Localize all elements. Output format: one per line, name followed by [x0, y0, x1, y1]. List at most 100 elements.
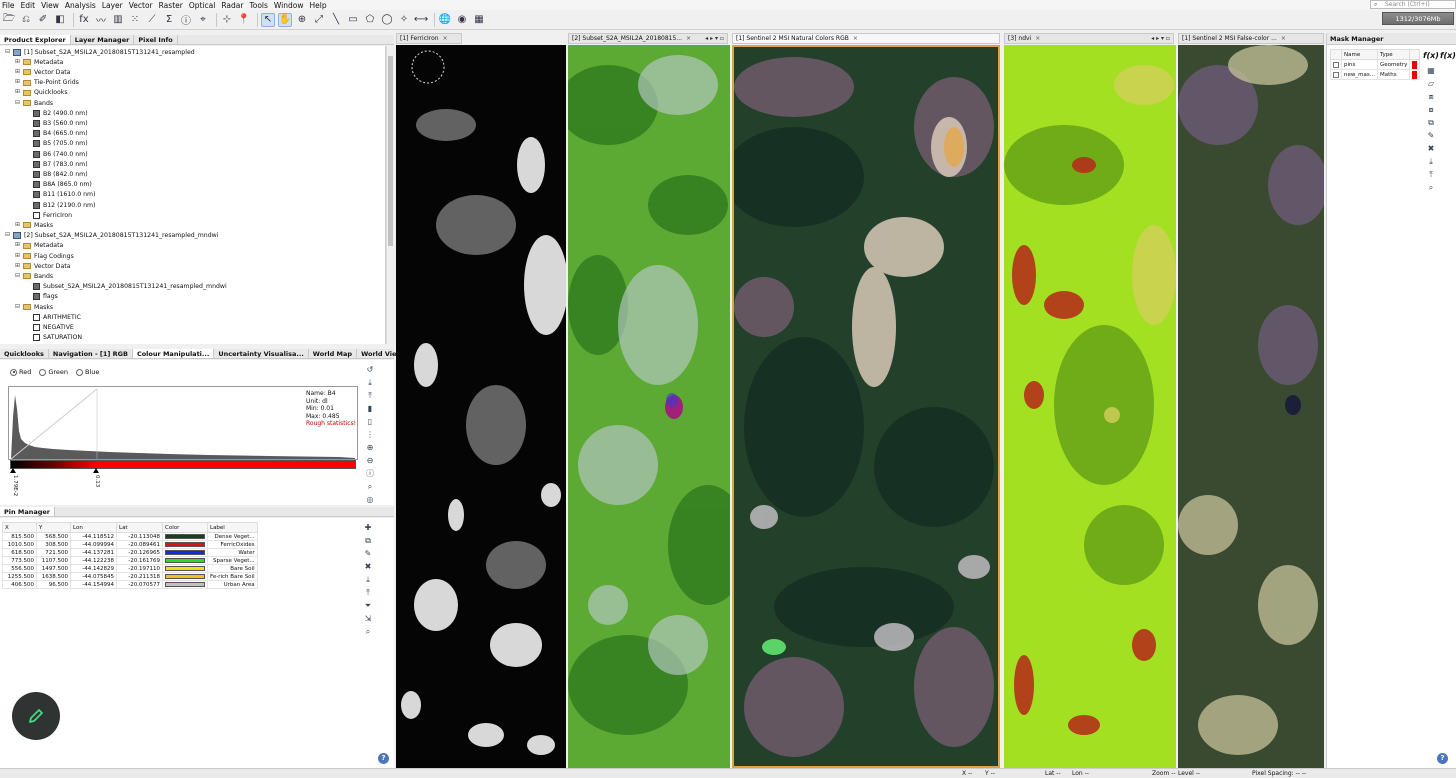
mask-visibility-checkbox[interactable] [1333, 61, 1339, 68]
table-row[interactable]: 1010.500 308.500 -44.099994 -20.089461 Ferri… [2, 540, 258, 549]
union-icon[interactable]: ⧈ [1425, 91, 1437, 103]
tree-node[interactable]: Subset_S2A_MSIL2A_20180815T131241_resamp… [24, 282, 227, 292]
tree-scrollbar-thumb[interactable] [388, 56, 393, 246]
column-header[interactable]: Lat [116, 522, 163, 533]
tree-node[interactable]: ⊟ [2] Subset_S2A_MSIL2A_20180815T131241_r… [4, 231, 218, 241]
range-mask-icon[interactable]: ▦ [1425, 65, 1437, 77]
tree-node[interactable]: ⊞ Vector Data [14, 261, 70, 271]
tree-node[interactable]: ⊞ Metadata [14, 241, 63, 251]
tree-node[interactable]: flags [24, 292, 58, 302]
image-view-natural-colors[interactable] [732, 45, 1000, 768]
expand-icon[interactable]: ⊞ [14, 262, 21, 270]
spectrum-icon[interactable]: 〰 [94, 13, 108, 27]
magic-wand-icon[interactable]: ✧ [397, 13, 411, 27]
zoom-in-tool-icon[interactable]: ⊕ [295, 13, 309, 27]
pan-tool-icon[interactable]: ✋ [278, 12, 292, 27]
pin-color[interactable] [162, 548, 208, 557]
column-header[interactable]: Type [1376, 49, 1411, 60]
menu-file[interactable]: File [2, 1, 15, 10]
information-icon[interactable]: ⓘ [179, 13, 193, 27]
tab-product-explorer[interactable]: Product Explorer [0, 35, 71, 44]
fx-button[interactable]: f(x) [1423, 51, 1439, 60]
tree-node[interactable]: ARITHMETIC [24, 312, 81, 322]
percentile-95-icon[interactable]: ▯ [364, 416, 376, 428]
tree-node[interactable]: B12 (2190.0 nm) [24, 200, 95, 210]
tab-world-map[interactable]: World Map [309, 349, 358, 358]
copy-mask-icon[interactable]: ⧉ [1425, 117, 1437, 129]
filter-icon[interactable]: ⏷ [362, 600, 374, 612]
tree-node[interactable]: B2 (490.0 nm) [24, 108, 88, 118]
table-row[interactable]: 406.500 96.500 -44.154994 -20.070577 Urban A… [2, 580, 258, 589]
gcp-icon[interactable]: ⊹ [220, 13, 234, 27]
radio-red[interactable]: Red [10, 368, 31, 376]
zoom-v-icon[interactable]: ⊕ [364, 442, 376, 454]
mask-visibility-checkbox[interactable] [1333, 71, 1339, 78]
column-header[interactable]: Lon [70, 522, 117, 533]
image-view-subset[interactable] [568, 45, 730, 768]
radio-green[interactable]: Green [39, 368, 68, 376]
fx-edit-button[interactable]: f(x) [1440, 51, 1456, 60]
view-menu-icon[interactable]: ◂ ▸ ▾ ▫ [1151, 35, 1170, 42]
view-tab-false-color[interactable]: [1] Sentinel 2 MSI False-color ... × [1178, 33, 1324, 44]
column-header[interactable]: Name [1341, 49, 1378, 60]
info-icon[interactable]: ⓘ [364, 468, 376, 480]
collapse-icon[interactable]: ⊟ [14, 272, 21, 280]
pin-color[interactable] [162, 572, 208, 581]
search-input[interactable]: ⌕ Search (Ctrl+I) [1370, 0, 1456, 9]
column-header[interactable]: Color [162, 522, 208, 533]
tab-quicklooks[interactable]: Quicklooks [0, 349, 49, 358]
expand-icon[interactable]: ⊞ [14, 221, 21, 229]
histogram-icon[interactable]: ▥ [111, 13, 125, 27]
new-pin-icon[interactable]: ✚ [362, 522, 374, 534]
table-row[interactable]: 618.500 721.500 -44.137281 -20.126965 Water [2, 548, 258, 557]
image-view-ferriciron[interactable] [396, 45, 566, 768]
zoom-to-pin-icon[interactable]: ⌕ [362, 626, 374, 638]
tree-node[interactable]: B11 (1610.0 nm) [24, 190, 95, 200]
view-tab-subset[interactable]: [2] Subset_S2A_MSIL2A_20180815... × ◂ ▸ ▾ … [568, 33, 728, 44]
expand-icon[interactable]: ⇲ [362, 613, 374, 625]
world-view-icon[interactable]: 🌐 [438, 13, 452, 27]
close-icon[interactable]: × [1281, 35, 1286, 42]
import-icon[interactable]: ⤓ [364, 377, 376, 389]
tile-icon[interactable]: ▦ [472, 13, 486, 27]
mask-help-icon[interactable]: ? [1437, 753, 1448, 764]
profile-plot-icon[interactable]: ⟋ [145, 13, 159, 27]
image-view-false-color[interactable] [1178, 45, 1324, 768]
expand-icon[interactable]: ⊞ [14, 68, 21, 76]
view-tab-natural-colors[interactable]: [1] Sentinel 2 MSI Natural Colors RGB × [732, 33, 1000, 44]
mask-color-cell[interactable] [1409, 59, 1421, 70]
menu-optical[interactable]: Optical [189, 1, 216, 10]
table-row[interactable]: 1255.500 1638.500 -44.075845 -20.211318 Fe-r… [2, 572, 258, 581]
annotate-button[interactable] [12, 692, 60, 740]
zoom-histogram-icon[interactable]: ⌕ [364, 481, 376, 493]
collapse-icon[interactable]: ⊟ [4, 232, 11, 239]
expand-icon[interactable]: ⊞ [14, 89, 21, 96]
layer-icon[interactable]: ◧ [53, 13, 67, 27]
help-icon[interactable]: ? [378, 753, 389, 764]
range-finder-icon[interactable]: ⟷ [414, 13, 428, 27]
tree-node[interactable]: ⊟ [1] Subset_S2A_MSIL2A_20180815T131241_r… [4, 47, 195, 57]
close-icon[interactable]: × [686, 35, 691, 42]
mask-color-cell[interactable] [1409, 69, 1421, 80]
pin-color[interactable] [162, 580, 208, 589]
tab-uncertainty-visualisa[interactable]: Uncertainty Visualisa... [214, 349, 309, 358]
tree-node[interactable]: B6 (740.0 nm) [24, 149, 88, 159]
menu-help[interactable]: Help [310, 1, 327, 10]
tree-node[interactable]: B4 (665.0 nm) [24, 129, 88, 139]
tab-navigation-1-rgb[interactable]: Navigation - [1] RGB [49, 349, 133, 358]
export-icon[interactable]: ⤒ [364, 390, 376, 402]
collapse-icon[interactable]: ⊟ [4, 48, 11, 56]
new-vector-icon[interactable]: ✐ [36, 13, 50, 27]
tree-node[interactable]: ⊟ Bands [14, 271, 53, 281]
slider-max-handle[interactable] [93, 468, 99, 473]
draw-ellipse-icon[interactable]: ◯ [380, 13, 394, 27]
table-row[interactable]: 773.500 1107.500 -44.122238 -20.161769 Spars… [2, 556, 258, 565]
pin-color[interactable] [162, 532, 208, 541]
tab-layer-manager[interactable]: Layer Manager [71, 35, 135, 44]
export-pins-icon[interactable]: ⤒ [362, 587, 374, 599]
tree-scrollbar[interactable] [386, 46, 394, 344]
vector-mask-icon[interactable]: ▱ [1425, 78, 1437, 90]
tree-node[interactable]: SATURATION [24, 333, 82, 343]
menu-layer[interactable]: Layer [102, 1, 123, 10]
table-row[interactable]: pins Geometry [1330, 59, 1421, 70]
